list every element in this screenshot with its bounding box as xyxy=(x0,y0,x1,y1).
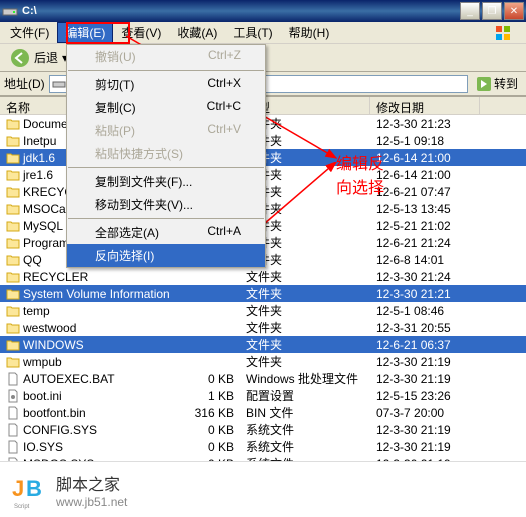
address-label: 地址(D) xyxy=(4,75,45,92)
titlebar: C:\ _ ❐ ✕ xyxy=(0,0,526,22)
file-date-cell: 07-3-7 20:00 xyxy=(370,406,480,420)
drive-icon xyxy=(2,3,18,19)
edit-dropdown-menu: 撤销(U)Ctrl+Z 剪切(T)Ctrl+X 复制(C)Ctrl+C 粘贴(P… xyxy=(66,44,266,268)
file-date-cell: 12-6-8 14:01 xyxy=(370,253,480,267)
menu-help[interactable]: 帮助(H) xyxy=(281,22,338,43)
file-date-cell: 12-3-30 21:19 xyxy=(370,355,480,369)
close-button[interactable]: ✕ xyxy=(504,2,524,20)
jb-logo-icon: JB Script xyxy=(8,470,48,510)
minimize-button[interactable]: _ xyxy=(460,2,480,20)
file-row[interactable]: AUTOEXEC.BAT0 KBWindows 批处理文件12-3-30 21:… xyxy=(0,370,526,387)
file-type-cell: 文件夹 xyxy=(240,268,370,285)
menubar: 文件(F) 编辑(E) 查看(V) 收藏(A) 工具(T) 帮助(H) xyxy=(0,22,526,44)
file-row[interactable]: IO.SYS0 KB系统文件12-3-30 21:19 xyxy=(0,438,526,455)
file-row[interactable]: bootfont.bin316 KBBIN 文件07-3-7 20:00 xyxy=(0,404,526,421)
menu-favorites[interactable]: 收藏(A) xyxy=(169,22,225,43)
file-name-cell: WINDOWS xyxy=(0,338,186,352)
file-size-cell: 0 KB xyxy=(186,372,240,386)
file-date-cell: 12-6-21 21:24 xyxy=(370,236,480,250)
menu-move-to-folder[interactable]: 移动到文件夹(V)... xyxy=(67,193,265,216)
file-row[interactable]: westwood 文件夹12-3-31 20:55 xyxy=(0,319,526,336)
file-type-cell: 文件夹 xyxy=(240,353,370,370)
file-size-cell: 1 KB xyxy=(186,389,240,403)
file-date-cell: 12-3-30 21:19 xyxy=(370,440,480,454)
file-row[interactable]: temp 文件夹12-5-1 08:46 xyxy=(0,302,526,319)
file-size-cell: 316 KB xyxy=(186,406,240,420)
windows-logo-icon xyxy=(494,24,524,42)
file-date-cell: 12-3-30 21:24 xyxy=(370,270,480,284)
file-type-cell: 文件夹 xyxy=(240,302,370,319)
svg-text:J: J xyxy=(12,476,24,501)
menu-tools[interactable]: 工具(T) xyxy=(225,22,280,43)
file-date-cell: 12-3-31 20:55 xyxy=(370,321,480,335)
file-row[interactable]: System Volume Information 文件夹12-3-30 21:2… xyxy=(0,285,526,302)
file-row[interactable]: WINDOWS 文件夹12-6-21 06:37 xyxy=(0,336,526,353)
svg-text:Script: Script xyxy=(14,504,30,510)
file-type-cell: 配置设置 xyxy=(240,387,370,404)
menu-undo[interactable]: 撤销(U)Ctrl+Z xyxy=(67,45,265,68)
menu-edit[interactable]: 编辑(E) xyxy=(57,22,113,43)
file-date-cell: 12-5-1 09:18 xyxy=(370,134,480,148)
file-name-cell: temp xyxy=(0,304,186,318)
file-type-cell: 文件夹 xyxy=(240,336,370,353)
file-name-cell: bootfont.bin xyxy=(0,406,186,420)
file-type-cell: 系统文件 xyxy=(240,438,370,455)
file-name-cell: westwood xyxy=(0,321,186,335)
col-date[interactable]: 修改日期 xyxy=(370,97,480,114)
file-size-cell: 0 KB xyxy=(186,423,240,437)
file-date-cell: 12-3-30 21:19 xyxy=(370,423,480,437)
file-date-cell: 12-5-13 13:45 xyxy=(370,202,480,216)
svg-text:B: B xyxy=(26,476,42,501)
back-button[interactable]: 后退 ▾ xyxy=(4,46,74,70)
menu-select-all[interactable]: 全部选定(A)Ctrl+A xyxy=(67,221,265,244)
menu-file[interactable]: 文件(F) xyxy=(2,22,57,43)
menu-cut[interactable]: 剪切(T)Ctrl+X xyxy=(67,73,265,96)
menu-invert-selection[interactable]: 反向选择(I) xyxy=(67,244,265,267)
file-name-cell: CONFIG.SYS xyxy=(0,423,186,437)
file-date-cell: 12-3-30 21:23 xyxy=(370,117,480,131)
file-row[interactable]: RECYCLER 文件夹12-3-30 21:24 xyxy=(0,268,526,285)
file-type-cell: 系统文件 xyxy=(240,421,370,438)
file-date-cell: 12-5-21 21:02 xyxy=(370,219,480,233)
go-button[interactable]: 转到 xyxy=(472,73,522,94)
file-date-cell: 12-3-30 21:21 xyxy=(370,287,480,301)
file-date-cell: 12-6-14 21:00 xyxy=(370,151,480,165)
file-date-cell: 12-3-30 21:19 xyxy=(370,372,480,386)
menu-view[interactable]: 查看(V) xyxy=(113,22,169,43)
file-date-cell: 12-6-21 06:37 xyxy=(370,338,480,352)
file-name-cell: boot.ini xyxy=(0,389,186,403)
file-date-cell: 12-6-14 21:00 xyxy=(370,168,480,182)
menu-copy[interactable]: 复制(C)Ctrl+C xyxy=(67,96,265,119)
file-row[interactable]: boot.ini1 KB配置设置12-5-15 23:26 xyxy=(0,387,526,404)
file-date-cell: 12-6-21 07:47 xyxy=(370,185,480,199)
footer-site: www.jb51.net xyxy=(56,495,518,509)
drive-icon xyxy=(52,77,66,91)
file-name-cell: IO.SYS xyxy=(0,440,186,454)
file-type-cell: Windows 批处理文件 xyxy=(240,370,370,387)
menu-copy-to-folder[interactable]: 复制到文件夹(F)... xyxy=(67,170,265,193)
file-type-cell: 文件夹 xyxy=(240,319,370,336)
file-type-cell: BIN 文件 xyxy=(240,404,370,421)
file-name-cell: System Volume Information xyxy=(0,287,186,301)
maximize-button[interactable]: ❐ xyxy=(482,2,502,20)
footer-watermark: JB Script 脚本之家 www.jb51.net xyxy=(0,461,526,517)
window-title: C:\ xyxy=(22,5,460,17)
go-icon xyxy=(476,76,492,92)
file-date-cell: 12-5-1 08:46 xyxy=(370,304,480,318)
file-name-cell: AUTOEXEC.BAT xyxy=(0,372,186,386)
file-name-cell: RECYCLER xyxy=(0,270,186,284)
menu-paste[interactable]: 粘贴(P)Ctrl+V xyxy=(67,119,265,142)
back-icon xyxy=(10,48,30,68)
footer-brand: 脚本之家 xyxy=(56,471,518,495)
back-label: 后退 xyxy=(34,49,58,66)
file-size-cell: 0 KB xyxy=(186,440,240,454)
file-row[interactable]: wmpub 文件夹12-3-30 21:19 xyxy=(0,353,526,370)
file-type-cell: 文件夹 xyxy=(240,285,370,302)
go-label: 转到 xyxy=(494,75,518,92)
menu-paste-shortcut[interactable]: 粘贴快捷方式(S) xyxy=(67,142,265,165)
file-row[interactable]: CONFIG.SYS0 KB系统文件12-3-30 21:19 xyxy=(0,421,526,438)
file-name-cell: wmpub xyxy=(0,355,186,369)
file-date-cell: 12-5-15 23:26 xyxy=(370,389,480,403)
